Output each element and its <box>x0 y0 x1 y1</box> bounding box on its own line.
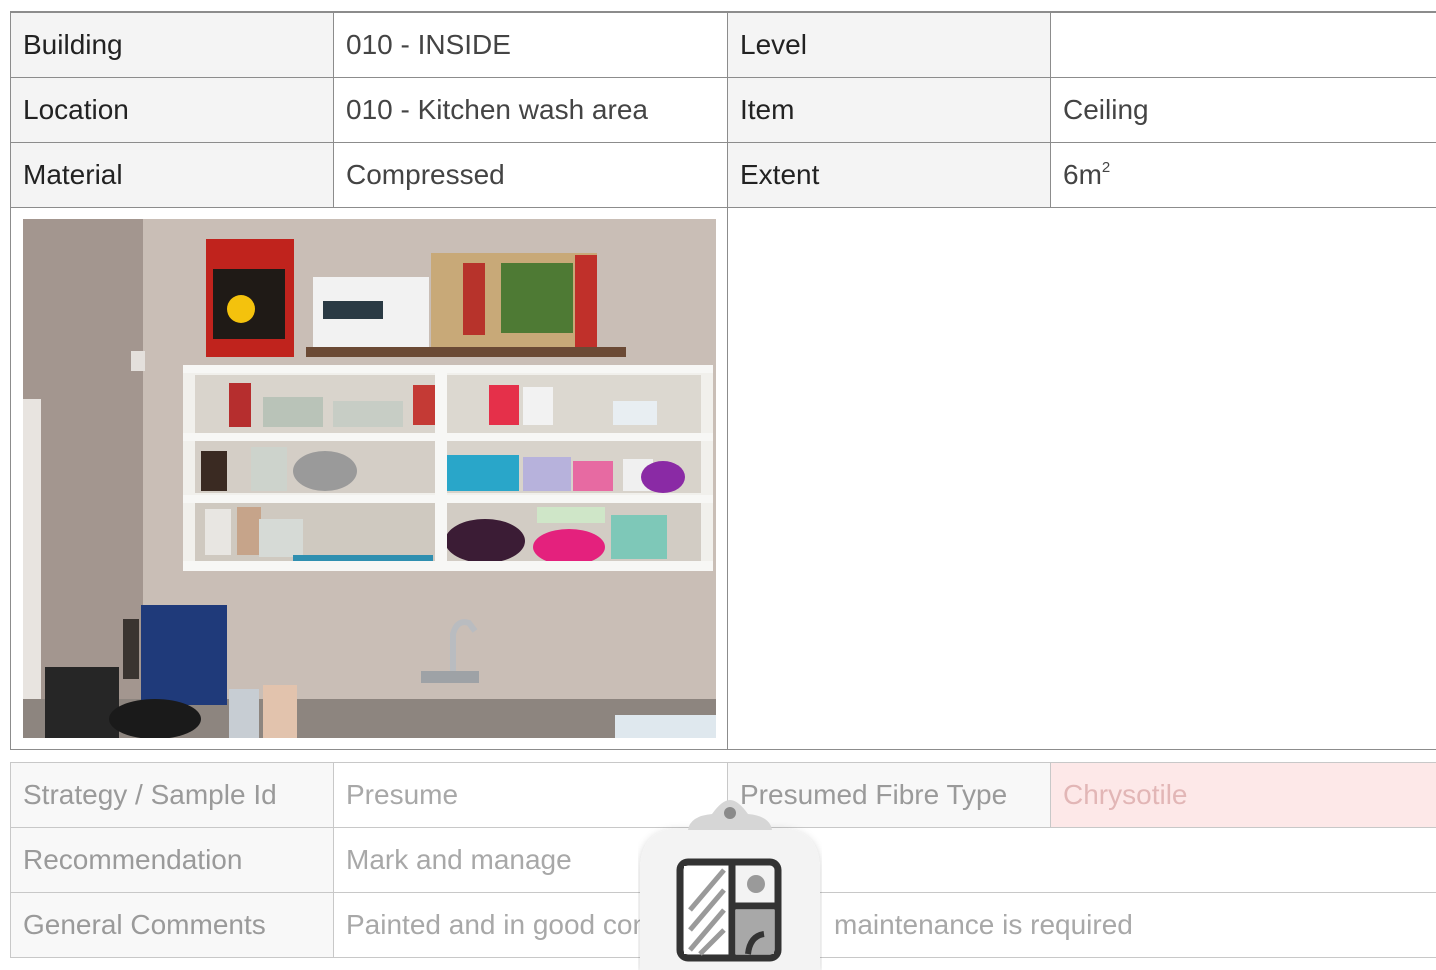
kitchen-photo[interactable] <box>23 219 716 738</box>
comments-label: General Comments <box>11 893 334 958</box>
location-value: 010 - Kitchen wash area <box>334 78 728 143</box>
building-label: Building <box>11 13 334 78</box>
recommendation-label: Recommendation <box>11 828 334 893</box>
material-value: Compressed <box>334 143 728 208</box>
extent-value: 6m2 <box>1051 143 1436 208</box>
extent-label: Extent <box>728 143 1051 208</box>
material-label: Material <box>11 143 334 208</box>
item-label: Item <box>728 78 1051 143</box>
extent-unit-superscript: 2 <box>1102 159 1110 176</box>
blank-photo-panel <box>728 208 1436 750</box>
table-row: Material Compressed Extent 6m2 <box>11 143 1436 208</box>
clipboard-layout-icon[interactable] <box>638 800 822 970</box>
location-label: Location <box>11 78 334 143</box>
comments-value: Painted and in good con maintenance is re… <box>334 893 1436 958</box>
level-label: Level <box>728 13 1051 78</box>
photo-cell <box>11 208 728 750</box>
item-value: Ceiling <box>1051 78 1436 143</box>
recommendation-value: Mark and manage <box>334 828 1436 893</box>
survey-table: Building 010 - INSIDE Level Location 010… <box>10 12 1436 750</box>
comments-text-start: Painted and in good con <box>346 909 648 940</box>
level-value <box>1051 13 1436 78</box>
comments-text-end: maintenance is required <box>834 909 1133 940</box>
building-value: 010 - INSIDE <box>334 13 728 78</box>
table-row: Location 010 - Kitchen wash area Item Ce… <box>11 78 1436 143</box>
extent-number: 6m <box>1063 159 1102 190</box>
photo-row <box>11 208 1436 750</box>
fibre-type-value: Chrysotile <box>1051 763 1436 828</box>
strategy-label: Strategy / Sample Id <box>11 763 334 828</box>
table-row: Building 010 - INSIDE Level <box>11 13 1436 78</box>
